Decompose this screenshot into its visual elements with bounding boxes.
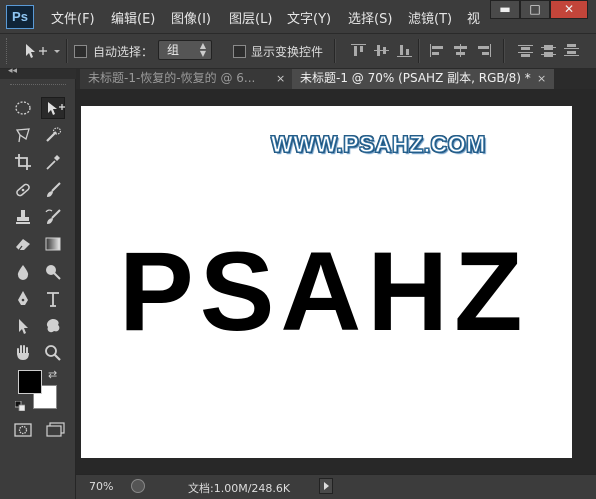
options-divider [418, 39, 420, 63]
share-icon[interactable] [131, 479, 145, 493]
zoom-tool[interactable] [41, 342, 65, 364]
align-top-icon[interactable] [351, 44, 366, 57]
move-tool-icon [26, 44, 60, 58]
screen-mode-button[interactable] [45, 422, 67, 438]
align-bottom-icon[interactable] [397, 44, 412, 57]
elliptical-marquee-icon [15, 101, 31, 115]
menu-filter[interactable]: 滤镜(T) [408, 8, 452, 27]
lasso-tool[interactable] [11, 124, 35, 146]
options-grip[interactable] [6, 38, 10, 64]
tab-close-icon[interactable]: × [276, 69, 285, 89]
tab-label: 未标题-1-恢复的-恢复的 @ 6... [88, 71, 256, 85]
quick-selection-tool[interactable] [41, 124, 65, 146]
menu-file[interactable]: 文件(F) [51, 8, 95, 27]
crop-icon [15, 154, 31, 170]
zoom-icon [45, 345, 61, 361]
align-horizontal-center-icon[interactable] [453, 44, 468, 57]
auto-select-target-dropdown[interactable]: 组 ▲ ▼ [158, 40, 212, 60]
watermark-text: WWW.PSAHZ.COM [271, 131, 486, 158]
play-arrow-icon [324, 482, 329, 490]
close-window-button[interactable]: ✕ [550, 0, 588, 19]
pen-icon [18, 291, 28, 305]
type-icon [47, 292, 59, 307]
show-transform-label: 显示变换控件 [251, 45, 324, 59]
default-colors-icon[interactable] [14, 400, 26, 412]
auto-select-checkbox[interactable] [74, 45, 87, 58]
show-transform-checkbox[interactable] [233, 45, 246, 58]
pen-tool[interactable] [11, 288, 35, 310]
status-bar [76, 474, 596, 499]
path-selection-tool[interactable] [11, 315, 35, 337]
document-tab[interactable]: 未标题-1-恢复的-恢复的 @ 6... [80, 69, 292, 89]
auto-select-label: 自动选择： [93, 45, 154, 59]
document-tab-active[interactable]: 未标题-1 @ 70% (PSAHZ 副本, RGB/8) * [292, 69, 554, 89]
type-tool[interactable] [41, 288, 65, 310]
eraser-tool[interactable] [11, 233, 35, 255]
swap-colors-icon[interactable]: ⇄ [48, 368, 57, 381]
eyedropper-icon [46, 155, 60, 170]
blur-tool[interactable] [11, 261, 35, 283]
menu-select[interactable]: 选择(S) [348, 8, 392, 27]
dodge-icon [46, 265, 61, 280]
tools-panel-header[interactable]: ◂◂ [0, 66, 76, 79]
collapse-panel-icon: ◂◂ [8, 66, 18, 76]
dropdown-value: 组 [167, 43, 180, 57]
app-logo: Ps [6, 5, 34, 29]
options-divider [334, 39, 336, 63]
move-icon [48, 102, 65, 115]
distribute-vertical-center-icon[interactable] [541, 44, 556, 57]
status-menu-button[interactable] [319, 478, 333, 494]
custom-shape-icon [46, 319, 60, 333]
brush-icon [47, 182, 61, 197]
eraser-icon [16, 239, 30, 251]
crop-tool[interactable] [11, 151, 35, 173]
gradient-icon [45, 237, 61, 251]
tab-close-icon[interactable]: × [537, 69, 546, 89]
elliptical-marquee-tool[interactable] [11, 97, 35, 119]
lasso-icon [15, 128, 30, 143]
history-brush-tool[interactable] [41, 206, 65, 228]
move-tool-preset-picker[interactable] [22, 42, 62, 60]
options-divider [503, 39, 505, 63]
brush-tool[interactable] [41, 179, 65, 201]
eyedropper-tool[interactable] [41, 151, 65, 173]
foreground-color-swatch[interactable] [18, 370, 42, 394]
history-brush-icon [45, 209, 61, 224]
tools-grip[interactable] [10, 84, 66, 88]
distribute-top-icon[interactable] [518, 44, 533, 57]
blur-icon [17, 265, 29, 280]
custom-shape-tool[interactable] [41, 315, 65, 337]
menu-edit[interactable]: 编辑(E) [111, 8, 155, 27]
minimize-button[interactable]: ▬ [490, 0, 520, 19]
dodge-tool[interactable] [41, 261, 65, 283]
menu-image[interactable]: 图像(I) [171, 8, 211, 27]
clone-stamp-icon [16, 210, 30, 224]
hand-tool[interactable] [11, 342, 35, 364]
quick-selection-icon [46, 127, 62, 142]
menu-view[interactable]: 视 [467, 8, 480, 27]
document-size-info: 文档:1.00M/248.6K [188, 482, 291, 495]
healing-brush-icon [16, 183, 30, 197]
path-selection-icon [19, 319, 28, 334]
screen-mode-icon [46, 422, 65, 437]
zoom-level-field[interactable]: 70% [89, 480, 113, 493]
options-divider [66, 39, 68, 63]
move-tool[interactable] [41, 97, 65, 119]
align-vertical-center-icon[interactable] [374, 44, 389, 57]
menu-layer[interactable]: 图层(L) [229, 8, 272, 27]
clone-stamp-tool[interactable] [11, 206, 35, 228]
gradient-tool[interactable] [41, 233, 65, 255]
tab-label: 未标题-1 @ 70% (PSAHZ 副本, RGB/8) * [300, 71, 531, 85]
spinner-arrows-icon: ▲ ▼ [199, 41, 206, 58]
quick-mask-icon [14, 423, 32, 437]
canvas-main-text: PSAHZ [119, 229, 529, 354]
distribute-bottom-icon[interactable] [564, 44, 579, 57]
quick-mask-button[interactable] [13, 422, 33, 438]
hand-icon [17, 345, 29, 360]
align-left-icon[interactable] [430, 44, 445, 57]
healing-brush-tool[interactable] [11, 179, 35, 201]
align-right-icon[interactable] [476, 44, 491, 57]
menu-type[interactable]: 文字(Y) [287, 8, 331, 27]
maximize-button[interactable]: □ [520, 0, 550, 19]
